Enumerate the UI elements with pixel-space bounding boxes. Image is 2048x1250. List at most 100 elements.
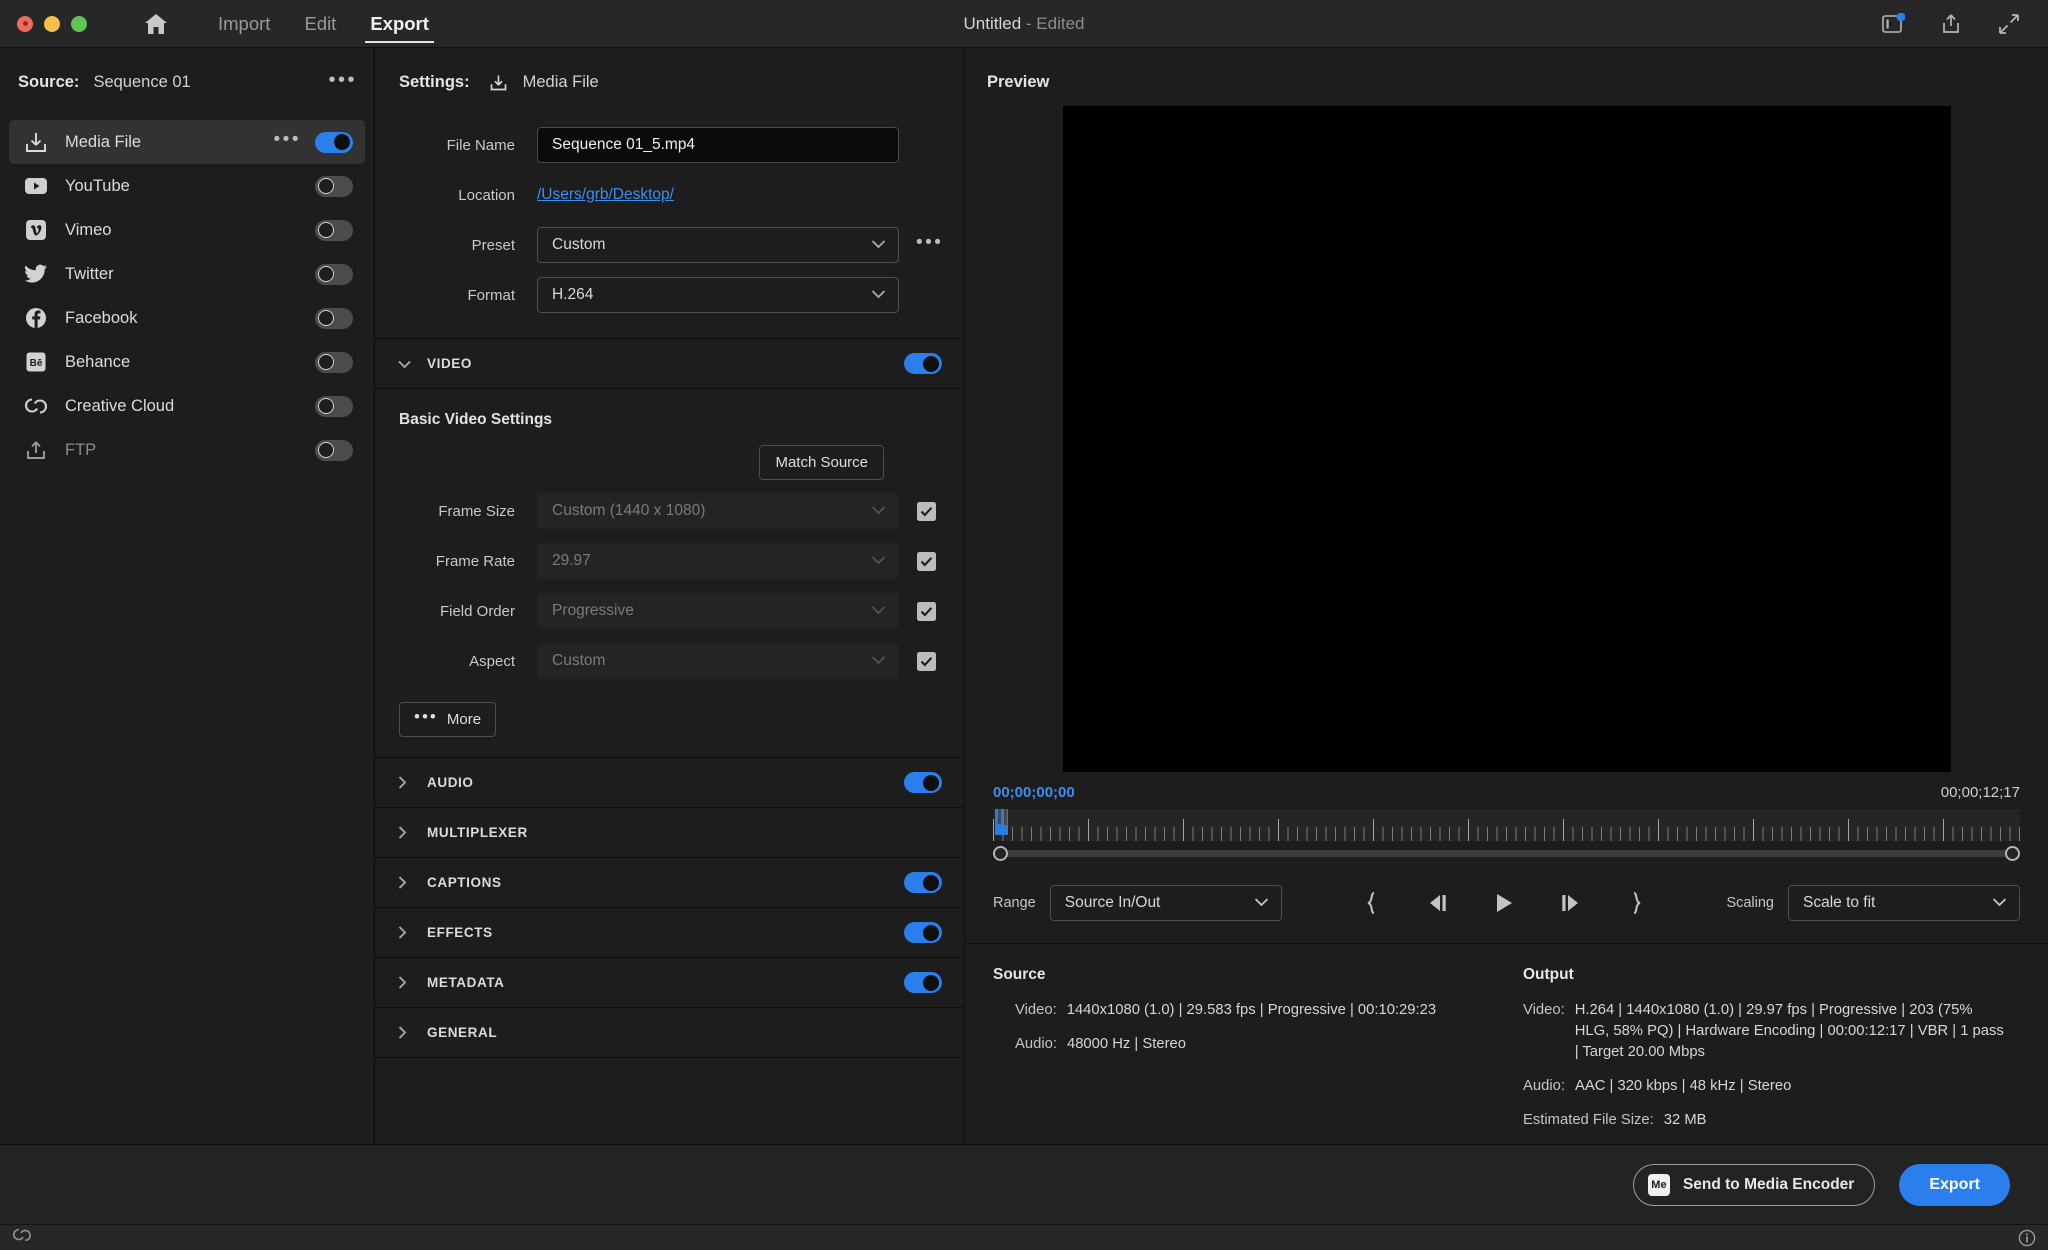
preset-overflow-icon[interactable]: •••: [916, 233, 943, 252]
sidebar-item-vimeo[interactable]: Vimeo: [9, 208, 365, 252]
timeline-ruler[interactable]: [993, 809, 2020, 841]
scrub-bar[interactable]: [993, 845, 2020, 861]
range-in-handle[interactable]: [993, 846, 1008, 861]
sidebar-item-behance[interactable]: Bē Behance: [9, 340, 365, 384]
sidebar-item-label: Behance: [65, 352, 131, 371]
home-icon[interactable]: [139, 7, 173, 41]
ftp-toggle[interactable]: [315, 439, 353, 461]
scaling-value: Scale to fit: [1803, 894, 1876, 911]
source-overflow-icon[interactable]: •••: [328, 70, 357, 90]
section-header-metadata[interactable]: METADATA: [375, 958, 964, 1008]
more-video-settings-button[interactable]: ••• More: [399, 702, 497, 737]
file-name-input[interactable]: Sequence 01_5.mp4: [537, 127, 899, 163]
range-select[interactable]: Source In/Out: [1049, 885, 1282, 921]
sidebar-item-label: Facebook: [65, 308, 138, 327]
play-icon[interactable]: [1490, 890, 1518, 916]
close-window-button[interactable]: [17, 15, 33, 32]
metadata-section-toggle[interactable]: [904, 972, 942, 993]
behance-toggle[interactable]: [315, 351, 353, 373]
output-audio-line: Audio: AAC | 320 kbps | 48 kHz | Stereo: [1523, 1076, 2024, 1097]
media-file-toggle[interactable]: [315, 131, 353, 153]
section-header-general[interactable]: GENERAL: [375, 1008, 964, 1058]
transport-bar: Range Source In/Out Scaling Scale to fit: [965, 861, 2048, 921]
titlebar-right-icons: [1879, 10, 2048, 38]
section-header-captions[interactable]: CAPTIONS: [375, 858, 964, 908]
frame-rate-select[interactable]: 29.97: [537, 543, 899, 579]
frame-size-select[interactable]: Custom (1440 x 1080): [537, 493, 899, 529]
panel-notification-icon[interactable]: [1879, 10, 1907, 38]
aspect-match-source-checkbox[interactable]: [917, 651, 936, 671]
chevron-right-icon: [397, 975, 415, 990]
scaling-label: Scaling: [1726, 895, 1774, 911]
sidebar-item-media-file[interactable]: Media File •••: [9, 120, 365, 164]
mark-out-icon[interactable]: [1622, 890, 1650, 916]
field-order-match-source-checkbox[interactable]: [917, 601, 936, 621]
preset-select[interactable]: Custom: [537, 227, 899, 263]
facebook-icon: [23, 305, 49, 331]
tab-import[interactable]: Import: [201, 0, 287, 48]
field-order-select[interactable]: Progressive: [537, 593, 899, 629]
mark-in-icon[interactable]: [1358, 890, 1386, 916]
creative-cloud-toggle[interactable]: [315, 395, 353, 417]
output-video-line: Video: H.264 | 1440x1080 (1.0) | 29.97 f…: [1523, 1000, 2024, 1063]
video-preview-canvas[interactable]: [1062, 106, 1951, 772]
step-back-icon[interactable]: [1424, 890, 1452, 916]
share-icon[interactable]: [1937, 10, 1965, 38]
tab-export[interactable]: Export: [353, 0, 446, 48]
sidebar-item-ftp[interactable]: FTP: [9, 428, 365, 472]
tab-edit[interactable]: Edit: [287, 0, 353, 48]
scaling-select[interactable]: Scale to fit: [1788, 885, 2020, 921]
range-out-handle[interactable]: [2005, 846, 2020, 861]
section-header-multiplexer[interactable]: MULTIPLEXER: [375, 808, 964, 858]
settings-label: Settings:: [399, 72, 470, 91]
section-title-audio: AUDIO: [427, 775, 474, 790]
frame-rate-match-source-checkbox[interactable]: [917, 551, 936, 571]
ftp-upload-icon: [23, 437, 49, 463]
media-file-overflow-icon[interactable]: •••: [274, 130, 301, 150]
playhead[interactable]: [995, 809, 1008, 835]
effects-section-toggle[interactable]: [904, 922, 942, 943]
source-video-value: 1440x1080 (1.0) | 29.583 fps | Progressi…: [1066, 1002, 1437, 1018]
source-value[interactable]: Sequence 01: [93, 73, 190, 92]
source-label: Source:: [18, 72, 80, 91]
sidebar-item-label: Twitter: [65, 264, 114, 283]
send-to-media-encoder-button[interactable]: Me Send to Media Encoder: [1632, 1163, 1876, 1206]
info-icon[interactable]: [2018, 1229, 2036, 1247]
youtube-toggle[interactable]: [315, 175, 353, 197]
maximize-window-button[interactable]: [71, 15, 87, 32]
output-summary: Output Video: H.264 | 1440x1080 (1.0) | …: [1513, 966, 2048, 1144]
section-header-video[interactable]: VIDEO: [375, 339, 964, 389]
source-summary: Source Video: 1440x1080 (1.0) | 29.583 f…: [965, 966, 1513, 1144]
twitter-toggle[interactable]: [315, 263, 353, 285]
captions-section-toggle[interactable]: [904, 872, 942, 893]
estimated-file-size-value: 32 MB: [1663, 1112, 1707, 1128]
window-controls: [0, 15, 87, 32]
section-title-captions: CAPTIONS: [427, 875, 502, 890]
vimeo-toggle[interactable]: [315, 219, 353, 241]
match-source-button[interactable]: Match Source: [759, 445, 884, 480]
format-select[interactable]: H.264: [537, 277, 899, 313]
sidebar-item-twitter[interactable]: Twitter: [9, 252, 365, 296]
video-section-body: Basic Video Settings Match Source Frame …: [375, 389, 964, 758]
sidebar-item-creative-cloud[interactable]: Creative Cloud: [9, 384, 365, 428]
frame-size-match-source-checkbox[interactable]: [917, 501, 936, 521]
location-row: Location /Users/grb/Desktop/: [375, 170, 964, 220]
current-timecode[interactable]: 00;00;00;00: [993, 784, 1075, 801]
facebook-toggle[interactable]: [315, 307, 353, 329]
chevron-right-icon: [397, 825, 415, 840]
export-button[interactable]: Export: [1899, 1163, 2010, 1206]
minimize-window-button[interactable]: [44, 15, 60, 32]
aspect-select[interactable]: Custom: [537, 643, 899, 679]
audio-section-toggle[interactable]: [904, 772, 942, 793]
creative-cloud-icon[interactable]: [12, 1226, 32, 1249]
video-section-toggle[interactable]: [904, 353, 942, 374]
sidebar-item-facebook[interactable]: Facebook: [9, 296, 365, 340]
frame-size-value: Custom (1440 x 1080): [552, 502, 706, 519]
sidebar-item-youtube[interactable]: YouTube: [9, 164, 365, 208]
location-link[interactable]: /Users/grb/Desktop/: [537, 186, 674, 204]
fullscreen-icon[interactable]: [1995, 10, 2023, 38]
step-forward-icon[interactable]: [1556, 890, 1584, 916]
section-header-effects[interactable]: EFFECTS: [375, 908, 964, 958]
section-header-audio[interactable]: AUDIO: [375, 758, 964, 808]
match-source-row: Match Source: [375, 445, 964, 480]
